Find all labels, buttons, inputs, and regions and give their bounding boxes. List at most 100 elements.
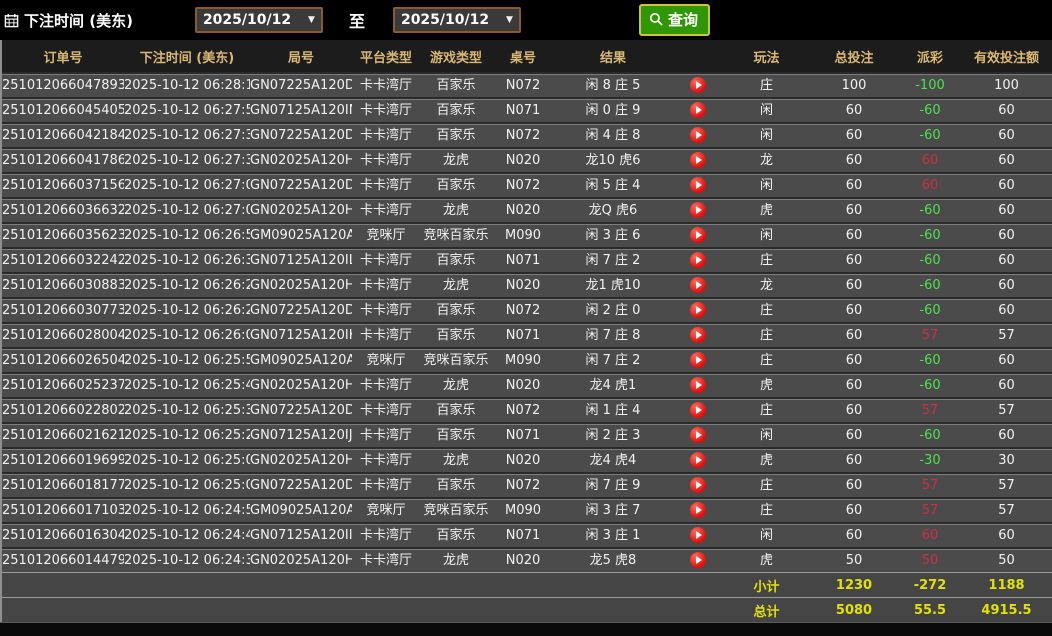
payout: -60 <box>919 277 941 293</box>
bet-time: 2025-10-12 06:25:44 <box>124 377 250 393</box>
order-id: 251012066047893 <box>2 77 124 93</box>
order-id: 251012066028004 <box>2 327 124 343</box>
replay-icon[interactable] <box>690 327 706 343</box>
order-id: 251012066030883 <box>2 277 124 293</box>
play-triangle-icon <box>696 406 702 414</box>
bet-option: 庄 <box>759 302 773 318</box>
replay-cell <box>672 525 724 547</box>
replay-icon[interactable] <box>690 152 706 168</box>
replay-icon[interactable] <box>690 527 706 543</box>
replay-cell <box>672 125 724 147</box>
table-row: 251012066041786 2025-10-12 06:27:35 GN02… <box>2 147 1052 172</box>
total-bet: 60 <box>845 152 863 168</box>
round-id: GN02025A120HL <box>250 552 352 568</box>
replay-cell <box>672 225 724 247</box>
bet-option: 龙 <box>759 277 773 293</box>
column-header: 桌号 <box>509 50 536 66</box>
replay-icon[interactable] <box>690 402 706 418</box>
payout: -60 <box>919 127 941 143</box>
total-bet: 60 <box>845 402 863 418</box>
order-id: 251012066014479 <box>2 552 124 568</box>
game-result: 闲 8 庄 5 <box>585 77 641 93</box>
bet-option: 闲 <box>759 227 773 243</box>
bet-time: 2025-10-12 06:25:31 <box>124 402 250 418</box>
replay-icon[interactable] <box>690 202 706 218</box>
replay-icon[interactable] <box>690 302 706 318</box>
platform-type: 卡卡湾厅 <box>359 427 412 443</box>
round-id: GN07225A120DB <box>250 177 352 193</box>
valid-bet: 30 <box>998 452 1015 468</box>
replay-icon[interactable] <box>690 127 706 143</box>
game-type: 竞咪百家乐 <box>423 352 489 368</box>
payout: 57 <box>921 477 939 493</box>
replay-icon[interactable] <box>690 452 706 468</box>
table-header: 订单号 下注时间 (美东) 局号 平台类型 游戏类型 桌号 结果 玩法 总投注 派彩 有效投注额 <box>2 40 1052 72</box>
table-number: N071 <box>505 252 541 268</box>
date-to-select[interactable]: 2025/10/12 ▼ <box>392 7 521 33</box>
replay-icon[interactable] <box>690 427 706 443</box>
game-type: 竞咪百家乐 <box>423 502 489 518</box>
play-triangle-icon <box>696 456 702 464</box>
order-id: 251012066042184 <box>2 127 124 143</box>
round-id: GN07125A120IJ <box>250 427 352 443</box>
payout: -30 <box>919 452 941 468</box>
replay-icon[interactable] <box>690 227 706 243</box>
subtotal-row: 小计 1230 -272 1188 <box>2 572 1052 597</box>
game-type: 百家乐 <box>436 302 476 318</box>
table-body: 251012066047893 2025-10-12 06:28:13 GN07… <box>2 72 1052 572</box>
valid-bet: 60 <box>998 352 1015 368</box>
order-id: 251012066026504 <box>2 352 124 368</box>
page-title-text: 下注时间 (美东) <box>24 11 133 30</box>
replay-icon[interactable] <box>690 502 706 518</box>
total-bet: 60 <box>845 377 863 393</box>
order-id: 251012066041786 <box>2 152 124 168</box>
payout: 60 <box>921 177 939 193</box>
payout: 57 <box>921 327 939 343</box>
table-number: N071 <box>505 527 541 543</box>
platform-type: 卡卡湾厅 <box>359 402 412 418</box>
bet-option: 庄 <box>759 77 773 93</box>
magnifier-icon <box>649 12 664 27</box>
total-bet: 60 <box>845 427 863 443</box>
column-header: 有效投注额 <box>973 50 1039 66</box>
bet-option: 庄 <box>759 402 773 418</box>
table-number: M090 <box>504 352 542 368</box>
replay-icon[interactable] <box>690 352 706 368</box>
order-id: 251012066017103 <box>2 502 124 518</box>
table-row: 251012066018177 2025-10-12 06:25:01 GN07… <box>2 472 1052 497</box>
calendar-icon <box>4 13 19 28</box>
dropdown-arrow-icon: ▼ <box>506 15 513 25</box>
play-triangle-icon <box>696 381 702 389</box>
round-id: GN07125A120IN <box>250 102 352 118</box>
bet-option: 虎 <box>759 452 773 468</box>
column-header: 游戏类型 <box>429 50 482 66</box>
replay-icon[interactable] <box>690 277 706 293</box>
replay-icon[interactable] <box>690 77 706 93</box>
subtotal-label: 小计 <box>753 579 780 595</box>
column-header: 平台类型 <box>359 50 412 66</box>
replay-icon[interactable] <box>690 177 706 193</box>
bet-option: 庄 <box>759 502 773 518</box>
replay-icon[interactable] <box>690 477 706 493</box>
replay-icon[interactable] <box>690 377 706 393</box>
game-type: 龙虎 <box>442 277 469 293</box>
valid-bet: 60 <box>998 227 1015 243</box>
replay-cell <box>672 475 724 497</box>
total-bet: 60 <box>845 477 863 493</box>
round-id: GN07125A120IL <box>250 252 352 268</box>
date-from-select[interactable]: 2025/10/12 ▼ <box>194 7 323 33</box>
play-triangle-icon <box>696 131 702 139</box>
game-type: 百家乐 <box>436 527 476 543</box>
bet-option: 庄 <box>759 327 773 343</box>
order-id: 251012066032242 <box>2 252 124 268</box>
game-result: 闲 7 庄 9 <box>585 477 641 493</box>
replay-icon[interactable] <box>690 552 706 568</box>
platform-type: 卡卡湾厅 <box>359 152 412 168</box>
payout: 57 <box>921 502 939 518</box>
search-button[interactable]: 查询 <box>638 4 710 36</box>
replay-icon[interactable] <box>690 102 706 118</box>
table-number: N072 <box>505 77 541 93</box>
valid-bet: 60 <box>998 302 1015 318</box>
replay-icon[interactable] <box>690 252 706 268</box>
round-id: GN07125A120II <box>250 527 352 543</box>
